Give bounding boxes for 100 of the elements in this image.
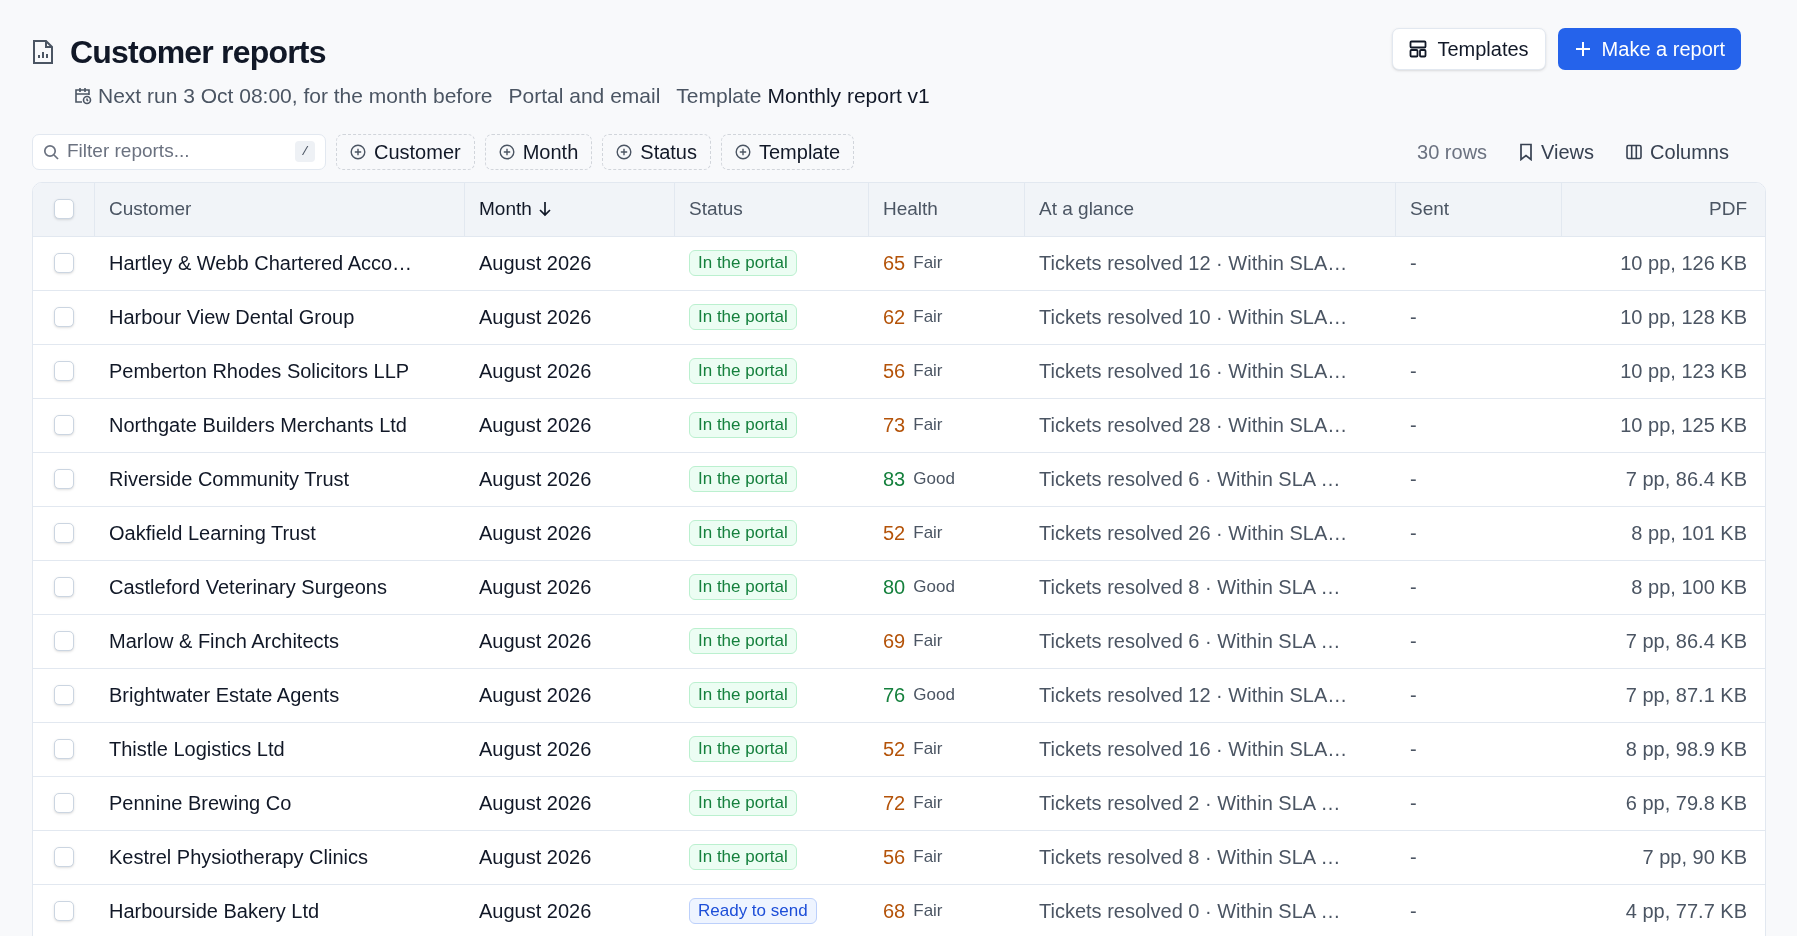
customer-name: Riverside Community Trust	[109, 467, 350, 492]
sent-text: -	[1410, 413, 1417, 438]
customer-name: Hartley & Webb Chartered Acco…	[109, 251, 413, 276]
column-header[interactable]: At a glance	[1039, 194, 1135, 224]
customer-name: Brightwater Estate Agents	[109, 683, 340, 708]
pdf-size: 7 pp, 86.4 KB	[1625, 467, 1747, 492]
search-field[interactable]: Filter reports...	[67, 137, 288, 166]
sent-text: -	[1410, 899, 1417, 924]
sent-text: -	[1410, 251, 1417, 276]
glance-text: Tickets resolved 26 · Within SLA…	[1039, 521, 1348, 546]
filter-chip[interactable]: Month	[484, 133, 593, 170]
checkbox[interactable]	[54, 739, 74, 759]
pdf-size: 7 pp, 87.1 KB	[1625, 683, 1747, 708]
customer-name: Pemberton Rhodes Solicitors LLP	[109, 359, 410, 384]
health-label: Fair	[913, 846, 943, 869]
column-header[interactable]: Month	[479, 194, 552, 224]
checkbox[interactable]	[54, 793, 74, 813]
column-header[interactable]: Status	[689, 194, 743, 224]
health-label: Fair	[913, 306, 943, 329]
month-text: August 2026	[479, 845, 592, 870]
columns-icon	[1626, 143, 1643, 160]
status-badge: In the portal	[689, 412, 797, 438]
health-score: 52	[883, 521, 906, 546]
filter-chip[interactable]: Status	[602, 133, 711, 170]
calendar-clock-icon	[74, 86, 92, 105]
status-badge: In the portal	[689, 520, 797, 546]
search-icon	[43, 143, 59, 160]
health-score: 56	[883, 845, 906, 870]
template-label: Template	[676, 83, 762, 109]
sent-text: -	[1410, 359, 1417, 384]
sent-text: -	[1410, 683, 1417, 708]
glance-text: Tickets resolved 12 · Within SLA…	[1039, 251, 1348, 276]
make-report-button[interactable]: Make a report	[1557, 28, 1741, 70]
pdf-size: 4 pp, 77.7 KB	[1625, 899, 1747, 924]
health-label: Fair	[913, 630, 943, 653]
month-text: August 2026	[479, 899, 592, 924]
column-header[interactable]: Sent	[1410, 194, 1450, 224]
pdf-size: 7 pp, 90 KB	[1642, 845, 1747, 870]
customer-name: Marlow & Finch Architects	[109, 629, 340, 654]
checkbox[interactable]	[54, 361, 74, 381]
sent-text: -	[1410, 467, 1417, 492]
checkbox[interactable]	[54, 685, 74, 705]
column-header[interactable]: Health	[883, 194, 938, 224]
views-button[interactable]: Views	[1519, 136, 1595, 167]
customer-name: Harbourside Bakery Ltd	[109, 899, 320, 924]
sent-text: -	[1410, 737, 1417, 762]
glance-text: Tickets resolved 2 · Within SLA …	[1039, 791, 1341, 816]
pdf-size: 10 pp, 125 KB	[1620, 413, 1747, 438]
status-badge: In the portal	[689, 736, 797, 762]
search-bar[interactable]: Filter reports... /	[32, 133, 326, 170]
delivery-text: Portal and email	[508, 83, 661, 109]
plus-circle-icon	[616, 143, 633, 160]
page-title: Customer reports	[70, 33, 326, 72]
pdf-size: 10 pp, 126 KB	[1620, 251, 1747, 276]
health-label: Fair	[913, 522, 943, 545]
month-text: August 2026	[479, 737, 592, 762]
shortcut-key: /	[295, 140, 315, 163]
plus-icon	[1573, 40, 1592, 58]
health-label: Fair	[913, 738, 943, 761]
month-text: August 2026	[479, 305, 592, 330]
status-badge: In the portal	[689, 844, 797, 870]
column-header[interactable]: Customer	[109, 194, 192, 224]
sent-text: -	[1410, 845, 1417, 870]
layout-icon	[1409, 40, 1428, 58]
checkbox[interactable]	[54, 901, 74, 921]
checkbox[interactable]	[54, 307, 74, 327]
glance-text: Tickets resolved 6 · Within SLA …	[1039, 629, 1341, 654]
template-name: Monthly report v1	[767, 83, 930, 109]
health-score: 56	[883, 359, 906, 384]
health-label: Fair	[913, 792, 943, 815]
health-score: 65	[883, 251, 906, 276]
checkbox[interactable]	[54, 847, 74, 867]
columns-button[interactable]: Columns	[1626, 136, 1729, 167]
glance-text: Tickets resolved 16 · Within SLA…	[1039, 737, 1348, 762]
checkbox[interactable]	[54, 253, 74, 273]
report-file-icon	[32, 39, 54, 65]
status-badge: In the portal	[689, 304, 797, 330]
health-score: 80	[883, 575, 906, 600]
checkbox[interactable]	[54, 631, 74, 651]
checkbox[interactable]	[54, 469, 74, 489]
customer-name: Pennine Brewing Co	[109, 791, 292, 816]
checkbox[interactable]	[54, 577, 74, 597]
filter-chip[interactable]: Template	[721, 133, 855, 170]
health-label: Fair	[913, 360, 943, 383]
month-text: August 2026	[479, 521, 592, 546]
checkbox[interactable]	[54, 523, 74, 543]
column-header[interactable]: PDF	[1709, 194, 1747, 224]
row-count: 30 rows	[1417, 139, 1488, 165]
arrow-down-icon	[537, 201, 552, 217]
month-text: August 2026	[479, 791, 592, 816]
templates-button[interactable]: Templates	[1392, 28, 1546, 70]
glance-text: Tickets resolved 8 · Within SLA …	[1039, 575, 1341, 600]
status-badge: In the portal	[689, 628, 797, 654]
filter-chip[interactable]: Customer	[336, 133, 475, 170]
health-score: 69	[883, 629, 906, 654]
checkbox[interactable]	[53, 199, 74, 219]
month-text: August 2026	[479, 467, 592, 492]
checkbox[interactable]	[54, 415, 74, 435]
health-label: Good	[913, 684, 955, 707]
month-text: August 2026	[479, 359, 592, 384]
